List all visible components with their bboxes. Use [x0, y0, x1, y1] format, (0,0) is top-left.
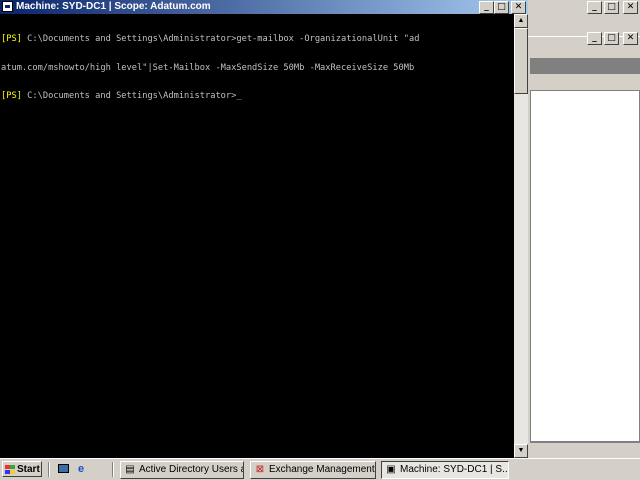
scrollbar-thumb[interactable]	[514, 28, 528, 94]
taskbar-item-exchange-management[interactable]: ⊠ Exchange Management ...	[250, 461, 376, 479]
close-button[interactable]: ✕	[511, 1, 526, 14]
background-result-pane[interactable]	[530, 90, 640, 442]
console-line: [PS] C:\Documents and Settings\Administr…	[1, 91, 513, 102]
maximize-button[interactable]: □	[494, 1, 509, 14]
scroll-up-arrow-icon[interactable]: ▲	[514, 14, 528, 28]
console-lines: [PS] C:\Documents and Settings\Administr…	[1, 16, 513, 121]
console-line: atum.com/mshowto/high level"|Set-Mailbox…	[1, 62, 513, 74]
taskbar-item-label: Active Directory Users a...	[139, 464, 244, 475]
bg-minimize-button[interactable]: _	[587, 1, 602, 14]
bg-inner-maximize-button[interactable]: □	[604, 32, 619, 45]
background-window-menubar: _ □ ✕	[510, 14, 640, 45]
ps-prompt: [PS]	[1, 91, 22, 101]
exchange-icon: ⊠	[255, 464, 265, 475]
command-text: C:\Documents and Settings\Administrator>…	[21, 34, 420, 44]
taskbar: Start e ▤ Active Directory Users a... ⊠ …	[0, 458, 640, 480]
console-title: Machine: SYD-DC1 | Scope: Adatum.com	[16, 1, 211, 12]
console-icon	[2, 1, 13, 12]
background-window[interactable]: _ □ ✕ _ □ ✕	[510, 0, 640, 458]
command-text: C:\Documents and Settings\Administrator>	[21, 91, 237, 101]
show-desktop-icon[interactable]	[56, 462, 70, 476]
console-icon: ▣	[386, 464, 396, 475]
text-cursor: _	[236, 91, 242, 101]
vertical-scrollbar[interactable]: ▲ ▼	[514, 14, 528, 458]
console-line: [PS] C:\Documents and Settings\Administr…	[1, 34, 513, 45]
command-text: atum.com/mshowto/high level"|Set-Mailbox…	[1, 62, 415, 73]
ps-prompt: [PS]	[1, 34, 22, 44]
bg-inner-close-button[interactable]: ✕	[623, 32, 638, 45]
folder-people-icon: ▤	[125, 464, 135, 475]
taskbar-separator	[48, 462, 50, 477]
taskbar-item-machine-console[interactable]: ▣ Machine: SYD-DC1 | S...	[381, 461, 509, 479]
console-titlebar[interactable]: Machine: SYD-DC1 | Scope: Adatum.com _ □…	[0, 0, 528, 14]
powershell-console-window[interactable]: Machine: SYD-DC1 | Scope: Adatum.com _ □…	[0, 0, 528, 458]
taskbar-separator	[112, 462, 114, 477]
console-output-area[interactable]: [PS] C:\Documents and Settings\Administr…	[0, 14, 514, 458]
bg-close-button[interactable]: ✕	[623, 1, 638, 14]
bg-inner-minimize-button[interactable]: _	[587, 32, 602, 45]
windows-logo-icon	[5, 465, 15, 474]
background-window-titlebar[interactable]: _ □ ✕	[510, 0, 640, 15]
minimize-button[interactable]: _	[479, 1, 494, 14]
start-label: Start	[17, 464, 40, 475]
taskbar-item-label: Exchange Management ...	[269, 464, 376, 475]
scroll-down-arrow-icon[interactable]: ▼	[514, 444, 528, 458]
background-pane-header	[530, 58, 640, 74]
taskbar-item-label: Machine: SYD-DC1 | S...	[400, 464, 509, 475]
taskbar-item-active-directory[interactable]: ▤ Active Directory Users a...	[120, 461, 244, 479]
start-button[interactable]: Start	[2, 461, 42, 477]
internet-explorer-icon[interactable]: e	[74, 462, 88, 476]
bg-maximize-button[interactable]: □	[604, 1, 619, 14]
background-status-bar	[530, 442, 640, 457]
